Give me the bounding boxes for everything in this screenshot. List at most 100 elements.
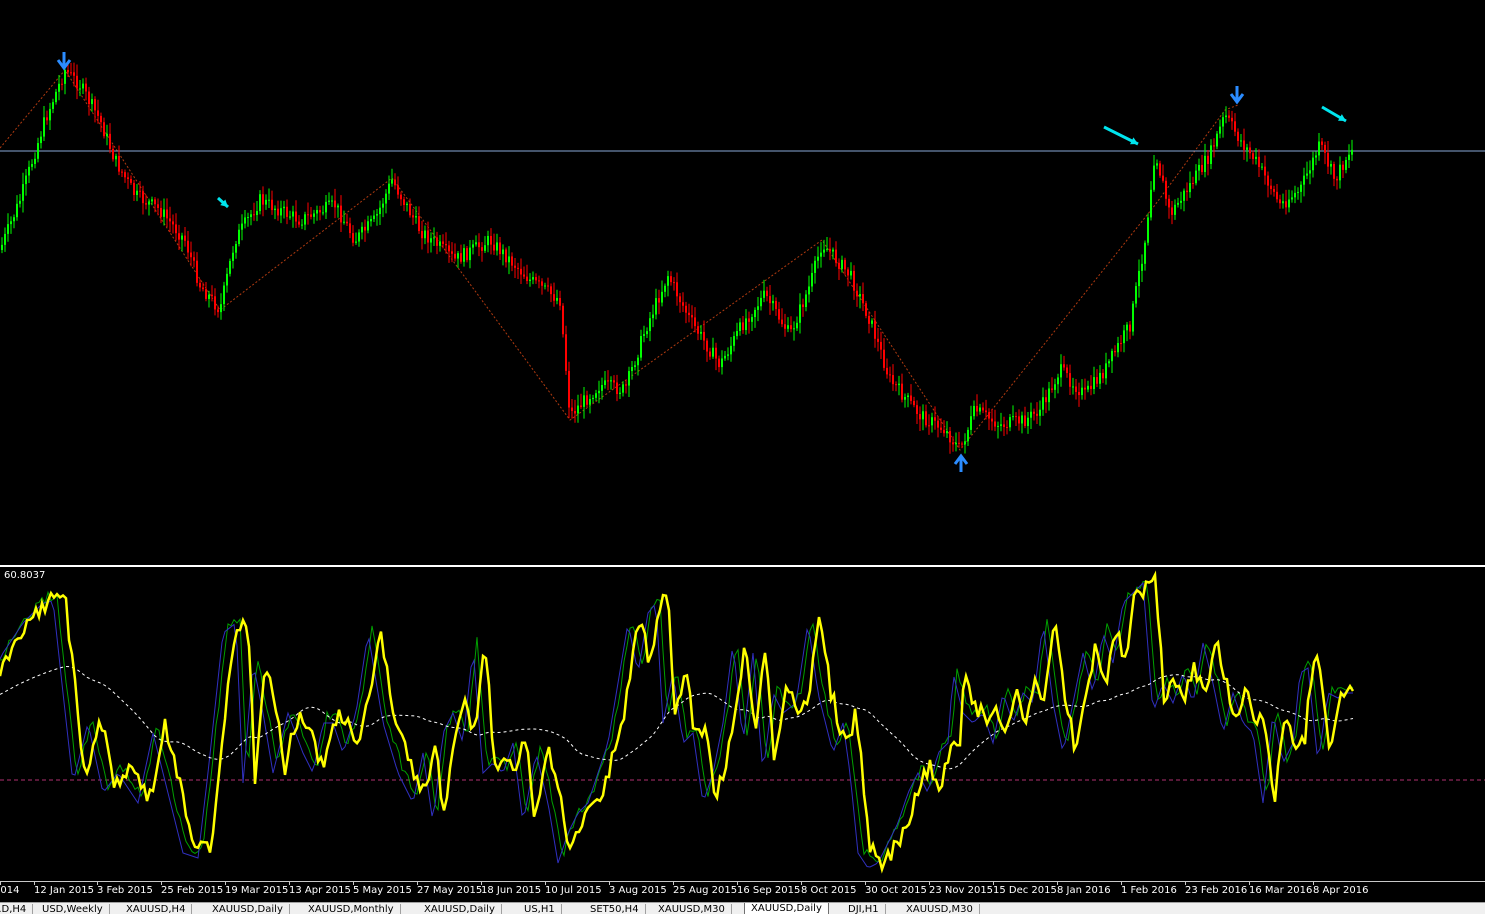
candle-body xyxy=(40,136,42,144)
candle-body xyxy=(73,72,75,76)
candle-body xyxy=(1096,377,1098,384)
candle-body xyxy=(895,384,897,386)
indicator-value-label: 60.8037 xyxy=(4,570,46,581)
candle-body xyxy=(1030,411,1032,418)
candle-body xyxy=(601,384,603,391)
candle-body xyxy=(1300,184,1302,192)
candle-body xyxy=(745,318,747,331)
candle-body xyxy=(358,232,360,242)
candle-body xyxy=(130,178,132,183)
candle-body xyxy=(574,410,576,414)
diagonal-arrow-icon xyxy=(1321,105,1347,123)
candle-body xyxy=(991,418,993,422)
candle-body xyxy=(976,405,978,412)
candle-body xyxy=(223,285,225,305)
candle-body xyxy=(307,214,309,216)
price-chart[interactable] xyxy=(0,0,1485,565)
candle-body xyxy=(622,384,624,393)
candle-body xyxy=(928,425,930,427)
candle-body xyxy=(523,274,525,277)
candle-body xyxy=(853,270,855,291)
candle-body xyxy=(490,235,492,245)
candle-body xyxy=(655,298,657,315)
candle-body xyxy=(1303,175,1305,185)
candle-body xyxy=(886,367,888,375)
candle-body xyxy=(868,315,870,324)
candle-body xyxy=(1285,201,1287,208)
candle-body xyxy=(1252,153,1254,159)
candle-body xyxy=(1078,391,1080,396)
candle-body xyxy=(766,290,768,297)
candle-body xyxy=(943,429,945,434)
candle-body xyxy=(883,349,885,368)
tab-active[interactable]: XAUUSD,Daily xyxy=(744,903,829,914)
candle-body xyxy=(220,304,222,313)
candle-body xyxy=(127,177,129,179)
candle-body xyxy=(949,431,951,443)
oscillator-chart[interactable] xyxy=(0,567,1485,881)
time-tick-label: 19 Mar 2015 xyxy=(225,885,289,896)
candle-body xyxy=(115,155,117,160)
candle-body xyxy=(1279,199,1281,204)
candle-body xyxy=(763,290,765,298)
candle-body xyxy=(1090,385,1092,390)
candle-body xyxy=(67,69,69,73)
candle-body xyxy=(79,88,81,90)
candle-body xyxy=(1033,411,1035,414)
time-tick-label: 25 Feb 2015 xyxy=(161,885,224,896)
candle-body xyxy=(121,171,123,173)
candle-body xyxy=(592,397,594,400)
candle-body xyxy=(565,334,567,371)
candle-body xyxy=(193,257,195,261)
candle-body xyxy=(418,216,420,232)
candle-body xyxy=(1042,397,1044,410)
candle-body xyxy=(739,322,741,331)
candle-body xyxy=(454,253,456,259)
candle-body xyxy=(475,242,477,245)
candle-body xyxy=(919,414,921,420)
candle-body xyxy=(169,218,171,222)
candle-body xyxy=(1264,166,1266,176)
candle-body xyxy=(784,324,786,329)
candlesticks xyxy=(1,62,1353,454)
candle-body xyxy=(1051,388,1053,390)
candle-body xyxy=(628,371,630,386)
candle-body xyxy=(343,221,345,223)
candle-body xyxy=(925,411,927,426)
candle-body xyxy=(532,277,534,280)
oscillator-signal-line xyxy=(0,665,1354,770)
candle-body xyxy=(664,285,666,292)
candle-body xyxy=(1066,367,1068,374)
candle-body xyxy=(427,230,429,243)
candle-body xyxy=(688,312,690,316)
candle-body xyxy=(619,392,621,395)
candle-body xyxy=(463,248,465,262)
candle-body xyxy=(31,164,33,167)
candle-body xyxy=(712,347,714,357)
candle-body xyxy=(316,210,318,214)
candle-body xyxy=(1291,197,1293,200)
candle-body xyxy=(610,380,612,382)
candle-body xyxy=(772,300,774,304)
candle-body xyxy=(1261,166,1263,168)
candle-body xyxy=(49,108,51,121)
candle-body xyxy=(781,319,783,325)
candle-body xyxy=(280,208,282,216)
candle-body xyxy=(556,298,558,301)
candle-body xyxy=(82,83,84,89)
candle-body xyxy=(184,235,186,241)
candle-body xyxy=(1294,192,1296,198)
candle-body xyxy=(283,206,285,209)
candle-body xyxy=(832,249,834,252)
candle-body xyxy=(298,221,300,225)
candle-body xyxy=(709,351,711,357)
candle-body xyxy=(1336,178,1338,181)
candle-body xyxy=(241,223,243,230)
candle-body xyxy=(163,209,165,217)
candle-body xyxy=(1009,417,1011,428)
candle-body xyxy=(415,216,417,218)
candle-body xyxy=(367,221,369,231)
candle-body xyxy=(1333,164,1335,179)
candle-body xyxy=(934,417,936,421)
candle-body xyxy=(304,214,306,225)
